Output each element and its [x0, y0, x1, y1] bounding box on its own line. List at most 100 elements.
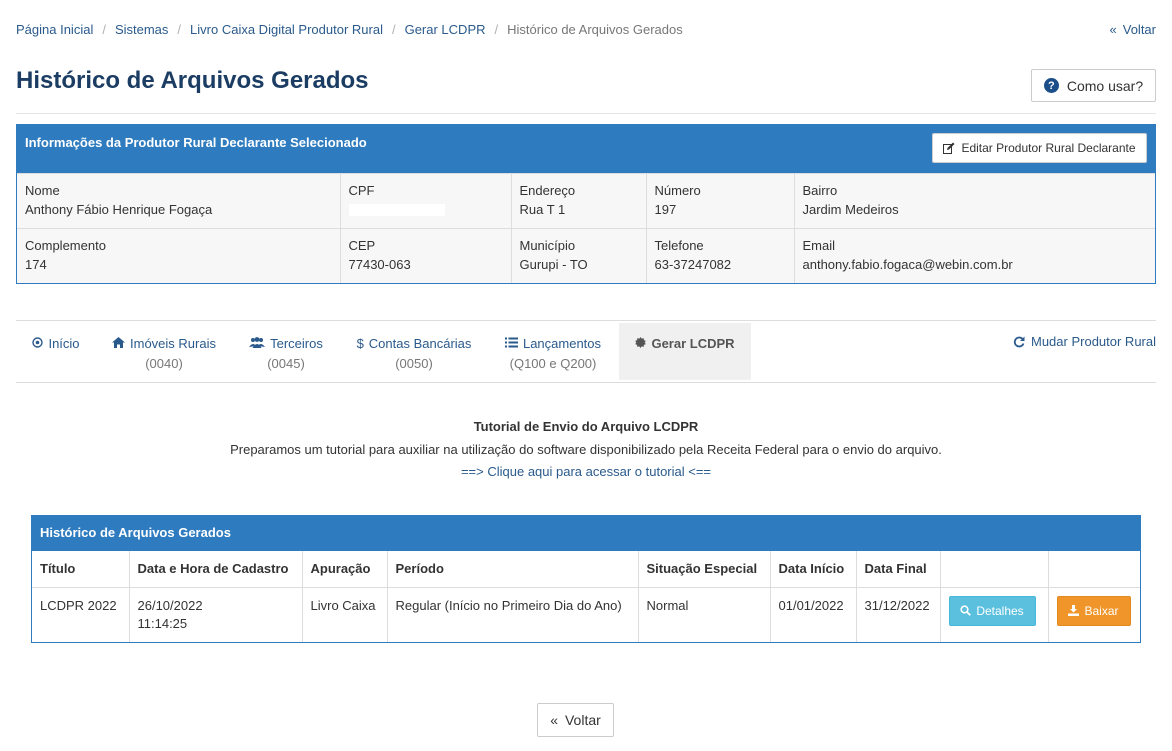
tabs-divider-bottom: [16, 382, 1156, 383]
tab-code: (0050): [395, 356, 433, 371]
cell-time: 11:14:25: [137, 615, 188, 631]
tutorial-link[interactable]: ==> Clique aqui para acessar o tutorial …: [0, 464, 1172, 479]
field-label: CEP: [348, 238, 376, 253]
question-circle-icon: ?: [1043, 78, 1059, 93]
tab-contas-bancarias[interactable]: $ Contas Bancárias (0050): [341, 323, 487, 380]
dollar-icon: $: [356, 336, 364, 351]
double-chevron-left-icon: «: [550, 712, 558, 728]
tabs-divider-top: [16, 320, 1156, 321]
download-button[interactable]: Baixar: [1056, 595, 1131, 626]
column-header-actions: [1047, 551, 1140, 588]
cell-date: 26/10/2022: [137, 597, 203, 613]
cell-situacao: Normal: [637, 586, 771, 642]
column-header: Apuração: [301, 551, 388, 588]
field-label: Bairro: [802, 183, 838, 198]
certificate-icon: [635, 337, 647, 348]
breadcrumb-gerar-lcdpr[interactable]: Gerar LCDPR: [405, 22, 486, 37]
field-cpf: CPF: [339, 173, 512, 229]
cell-download: Baixar: [1047, 586, 1140, 642]
producer-info-title: Informações da Produtor Rural Declarante…: [25, 135, 367, 150]
breadcrumb: Página Inicial / Sistemas / Livro Caixa …: [16, 22, 683, 37]
help-button[interactable]: ? Como usar?: [1031, 69, 1156, 102]
field-label: Número: [654, 183, 701, 198]
tab-imoveis-rurais[interactable]: Imóveis Rurais (0040): [97, 323, 231, 380]
tab-terceiros[interactable]: Terceiros (0045): [232, 323, 340, 380]
field-municipio: Município Gurupi - TO: [510, 228, 647, 283]
back-button[interactable]: « Voltar: [537, 703, 614, 737]
cell-data-final: 31/12/2022: [855, 586, 941, 642]
tab-label: Imóveis Rurais: [130, 336, 216, 351]
field-complemento: Complemento 174: [17, 228, 341, 283]
refresh-icon: [1013, 336, 1025, 347]
column-header: Situação Especial: [637, 551, 771, 588]
column-header: Data Início: [769, 551, 857, 588]
tab-label: Início: [48, 336, 80, 351]
history-panel-title: Histórico de Arquivos Gerados: [32, 516, 1140, 551]
tutorial-text: Preparamos um tutorial para auxiliar na …: [230, 442, 942, 457]
field-nome: Nome Anthony Fábio Henrique Fogaça: [17, 173, 341, 229]
details-button[interactable]: Detalhes: [948, 595, 1036, 626]
edit-icon: [943, 142, 955, 154]
history-table: Título Data e Hora de Cadastro Apuração …: [32, 551, 1140, 642]
back-button-label: Voltar: [564, 712, 601, 728]
help-button-label: Como usar?: [1066, 77, 1144, 94]
field-label: Endereço: [519, 183, 576, 198]
top-back-label: Voltar: [1122, 22, 1156, 37]
field-value: Jardim Medeiros: [802, 202, 899, 217]
column-header: Título: [32, 551, 130, 588]
tab-code: (Q100 e Q200): [509, 356, 597, 371]
field-label: Email: [802, 238, 836, 253]
cell-details: Detalhes: [939, 586, 1049, 642]
breadcrumb-home[interactable]: Página Inicial: [16, 22, 93, 37]
cell-periodo: Regular (Início no Primeiro Dia do Ano): [386, 586, 639, 642]
producer-info-table: Nome Anthony Fábio Henrique Fogaça CPF E…: [17, 173, 1155, 283]
field-label: CPF: [348, 183, 375, 198]
field-value: 174: [25, 257, 47, 272]
field-value: 63-37247082: [654, 257, 732, 272]
field-value: Gurupi - TO: [519, 257, 588, 272]
column-header-actions: [939, 551, 1049, 588]
field-label: Telefone: [654, 238, 704, 253]
cell-titulo: LCDPR 2022: [32, 586, 130, 642]
field-label: Nome: [25, 183, 60, 198]
download-label: Baixar: [1084, 603, 1119, 618]
field-value: anthony.fabio.fogaca@webin.com.br: [802, 257, 1013, 272]
switch-producer-link[interactable]: Mudar Produtor Rural: [1013, 334, 1156, 349]
breadcrumb-sistemas[interactable]: Sistemas: [115, 22, 168, 37]
table-row: LCDPR 2022 26/10/2022 11:14:25 Livro Cai…: [32, 586, 1140, 642]
tab-lancamentos[interactable]: Lançamentos (Q100 e Q200): [488, 323, 618, 380]
breadcrumb-livro-caixa[interactable]: Livro Caixa Digital Produtor Rural: [190, 22, 383, 37]
field-value: Anthony Fábio Henrique Fogaça: [25, 202, 213, 217]
field-bairro: Bairro Jardim Medeiros: [793, 173, 1155, 229]
switch-producer-label: Mudar Produtor Rural: [1031, 334, 1156, 349]
tab-label: Contas Bancárias: [368, 336, 472, 351]
column-header: Data Final: [855, 551, 941, 588]
cpf-redacted: [348, 204, 445, 216]
field-label: Município: [519, 238, 576, 253]
producer-info-panel: Informações da Produtor Rural Declarante…: [16, 124, 1156, 284]
breadcrumb-separator: /: [494, 22, 499, 37]
field-email: Email anthony.fabio.fogaca@webin.com.br: [793, 228, 1155, 283]
tab-label: Gerar LCDPR: [651, 336, 735, 351]
field-cep: CEP 77430-063: [339, 228, 512, 283]
field-value: Rua T 1: [519, 202, 566, 217]
double-chevron-left-icon: «: [1109, 22, 1117, 37]
divider: [16, 113, 1156, 114]
tab-gerar-lcdpr[interactable]: Gerar LCDPR: [619, 323, 751, 380]
tab-label: Lançamentos: [522, 336, 602, 351]
top-back-link[interactable]: « Voltar: [1110, 22, 1156, 37]
tab-inicio[interactable]: Início: [16, 323, 96, 380]
download-icon: [1068, 605, 1080, 616]
circle-dot-icon: [32, 337, 44, 348]
page-title: Histórico de Arquivos Gerados: [16, 67, 369, 94]
field-telefone: Telefone 63-37247082: [645, 228, 795, 283]
cell-data-cadastro: 26/10/2022 11:14:25: [128, 586, 303, 642]
tab-code: (0040): [145, 356, 183, 371]
breadcrumb-separator: /: [177, 22, 182, 37]
edit-producer-label: Editar Produtor Rural Declarante: [961, 141, 1136, 155]
tutorial-title: Tutorial de Envio do Arquivo LCDPR: [473, 419, 699, 434]
tab-code: (0045): [267, 356, 305, 371]
field-value: 77430-063: [348, 257, 411, 272]
edit-producer-button[interactable]: Editar Produtor Rural Declarante: [932, 133, 1147, 163]
cell-data-inicio: 01/01/2022: [769, 586, 857, 642]
